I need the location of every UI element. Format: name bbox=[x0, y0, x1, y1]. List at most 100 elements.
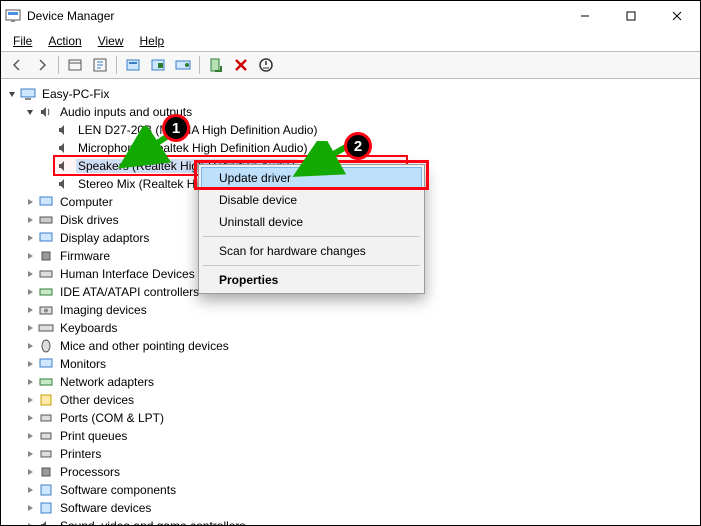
tree-label: Firmware bbox=[58, 249, 112, 263]
window-controls bbox=[562, 1, 700, 31]
tree-label: Monitors bbox=[58, 357, 108, 371]
context-separator bbox=[203, 265, 420, 266]
unknown-icon bbox=[38, 392, 54, 408]
chip-icon bbox=[38, 248, 54, 264]
toolbar-refresh-button[interactable] bbox=[146, 53, 170, 77]
tree-label: Computer bbox=[58, 195, 115, 209]
tree-category[interactable]: Processors bbox=[5, 463, 696, 480]
context-uninstall-device[interactable]: Uninstall device bbox=[201, 211, 422, 233]
tree-category[interactable]: Software devices bbox=[5, 499, 696, 516]
device-tree[interactable]: Easy-PC-Fix Audio inputs and outputs LEN… bbox=[1, 79, 700, 525]
caret-right-icon[interactable] bbox=[23, 483, 37, 497]
tree-label: Processors bbox=[58, 465, 122, 479]
cpu-icon bbox=[38, 464, 54, 480]
tree-category[interactable]: Print queues bbox=[5, 427, 696, 444]
tree-label: Keyboards bbox=[58, 321, 119, 335]
tree-label: Microphone (Realtek High Definition Audi… bbox=[76, 141, 309, 155]
close-button[interactable] bbox=[654, 1, 700, 31]
caret-right-icon[interactable] bbox=[23, 249, 37, 263]
tree-root[interactable]: Easy-PC-Fix bbox=[5, 85, 696, 102]
tree-label: Mice and other pointing devices bbox=[58, 339, 231, 353]
tree-label: IDE ATA/ATAPI controllers bbox=[58, 285, 201, 299]
context-menu: Update driver Disable device Uninstall d… bbox=[198, 164, 425, 294]
caret-right-icon[interactable] bbox=[23, 231, 37, 245]
software-icon bbox=[38, 500, 54, 516]
tree-label: Ports (COM & LPT) bbox=[58, 411, 166, 425]
caret-right-icon[interactable] bbox=[23, 411, 37, 425]
caret-right-icon[interactable] bbox=[23, 393, 37, 407]
caret-down-icon[interactable] bbox=[5, 87, 19, 101]
tree-category[interactable]: Mice and other pointing devices bbox=[5, 337, 696, 354]
tree-category[interactable]: Imaging devices bbox=[5, 301, 696, 318]
caret-right-icon[interactable] bbox=[23, 213, 37, 227]
caret-right-icon[interactable] bbox=[23, 195, 37, 209]
caret-right-icon[interactable] bbox=[23, 519, 37, 526]
caret-right-icon[interactable] bbox=[23, 375, 37, 389]
toolbar-show-hidden-button[interactable] bbox=[63, 53, 87, 77]
printer-icon bbox=[38, 428, 54, 444]
tree-label: Audio inputs and outputs bbox=[58, 105, 194, 119]
tree-device-microphone[interactable]: Microphone (Realtek High Definition Audi… bbox=[5, 139, 696, 156]
monitor-icon bbox=[38, 356, 54, 372]
tree-device-len[interactable]: LEN D27-20B (NVIDIA High Definition Audi… bbox=[5, 121, 696, 138]
tree-category[interactable]: Sound, video and game controllers bbox=[5, 517, 696, 525]
toolbar-uninstall-button[interactable] bbox=[229, 53, 253, 77]
tree-category[interactable]: Other devices bbox=[5, 391, 696, 408]
tree-category[interactable]: Software components bbox=[5, 481, 696, 498]
toolbar-update-driver-button[interactable] bbox=[204, 53, 228, 77]
speaker-icon bbox=[56, 176, 72, 192]
keyboard-icon bbox=[38, 320, 54, 336]
context-update-driver[interactable]: Update driver bbox=[201, 167, 422, 189]
toolbar-separator bbox=[58, 56, 59, 74]
mouse-icon bbox=[38, 338, 54, 354]
tree-label: Software devices bbox=[58, 501, 153, 515]
menu-action[interactable]: Action bbox=[40, 32, 89, 50]
tree-category[interactable]: Printers bbox=[5, 445, 696, 462]
tree-category[interactable]: Network adapters bbox=[5, 373, 696, 390]
disk-icon bbox=[38, 212, 54, 228]
tree-category-audio[interactable]: Audio inputs and outputs bbox=[5, 103, 696, 120]
tree-label: Sound, video and game controllers bbox=[58, 519, 247, 526]
printer-icon bbox=[38, 446, 54, 462]
tree-label: Imaging devices bbox=[58, 303, 149, 317]
context-separator bbox=[203, 236, 420, 237]
toolbar-forward-button[interactable] bbox=[30, 53, 54, 77]
caret-right-icon[interactable] bbox=[23, 267, 37, 281]
context-scan-hardware[interactable]: Scan for hardware changes bbox=[201, 240, 422, 262]
caret-right-icon[interactable] bbox=[23, 357, 37, 371]
caret-right-icon[interactable] bbox=[23, 429, 37, 443]
toolbar-help-button[interactable] bbox=[88, 53, 112, 77]
toolbar-scan-button[interactable] bbox=[171, 53, 195, 77]
toolbar-properties-button[interactable] bbox=[121, 53, 145, 77]
caret-right-icon[interactable] bbox=[23, 501, 37, 515]
menu-help[interactable]: Help bbox=[132, 32, 173, 50]
context-properties[interactable]: Properties bbox=[201, 269, 422, 291]
caret-right-icon[interactable] bbox=[23, 303, 37, 317]
minimize-button[interactable] bbox=[562, 1, 608, 31]
tree-category[interactable]: Ports (COM & LPT) bbox=[5, 409, 696, 426]
speaker-icon bbox=[56, 158, 72, 174]
context-disable-device[interactable]: Disable device bbox=[201, 189, 422, 211]
toolbar-disable-button[interactable] bbox=[254, 53, 278, 77]
caret-right-icon[interactable] bbox=[23, 447, 37, 461]
window-title: Device Manager bbox=[27, 9, 114, 23]
menu-view[interactable]: View bbox=[90, 32, 132, 50]
caret-right-icon[interactable] bbox=[23, 339, 37, 353]
speaker-icon bbox=[38, 518, 54, 526]
tree-root-label: Easy-PC-Fix bbox=[40, 87, 111, 101]
display-icon bbox=[38, 230, 54, 246]
tree-category[interactable]: Keyboards bbox=[5, 319, 696, 336]
caret-right-icon[interactable] bbox=[23, 321, 37, 335]
toolbar-back-button[interactable] bbox=[5, 53, 29, 77]
caret-right-icon[interactable] bbox=[23, 285, 37, 299]
hid-icon bbox=[38, 266, 54, 282]
toolbar-separator bbox=[116, 56, 117, 74]
software-icon bbox=[38, 482, 54, 498]
caret-right-icon[interactable] bbox=[23, 465, 37, 479]
computer-icon bbox=[38, 194, 54, 210]
menubar: File Action View Help bbox=[1, 31, 700, 51]
caret-down-icon[interactable] bbox=[23, 105, 37, 119]
maximize-button[interactable] bbox=[608, 1, 654, 31]
menu-file[interactable]: File bbox=[5, 32, 40, 50]
tree-category[interactable]: Monitors bbox=[5, 355, 696, 372]
